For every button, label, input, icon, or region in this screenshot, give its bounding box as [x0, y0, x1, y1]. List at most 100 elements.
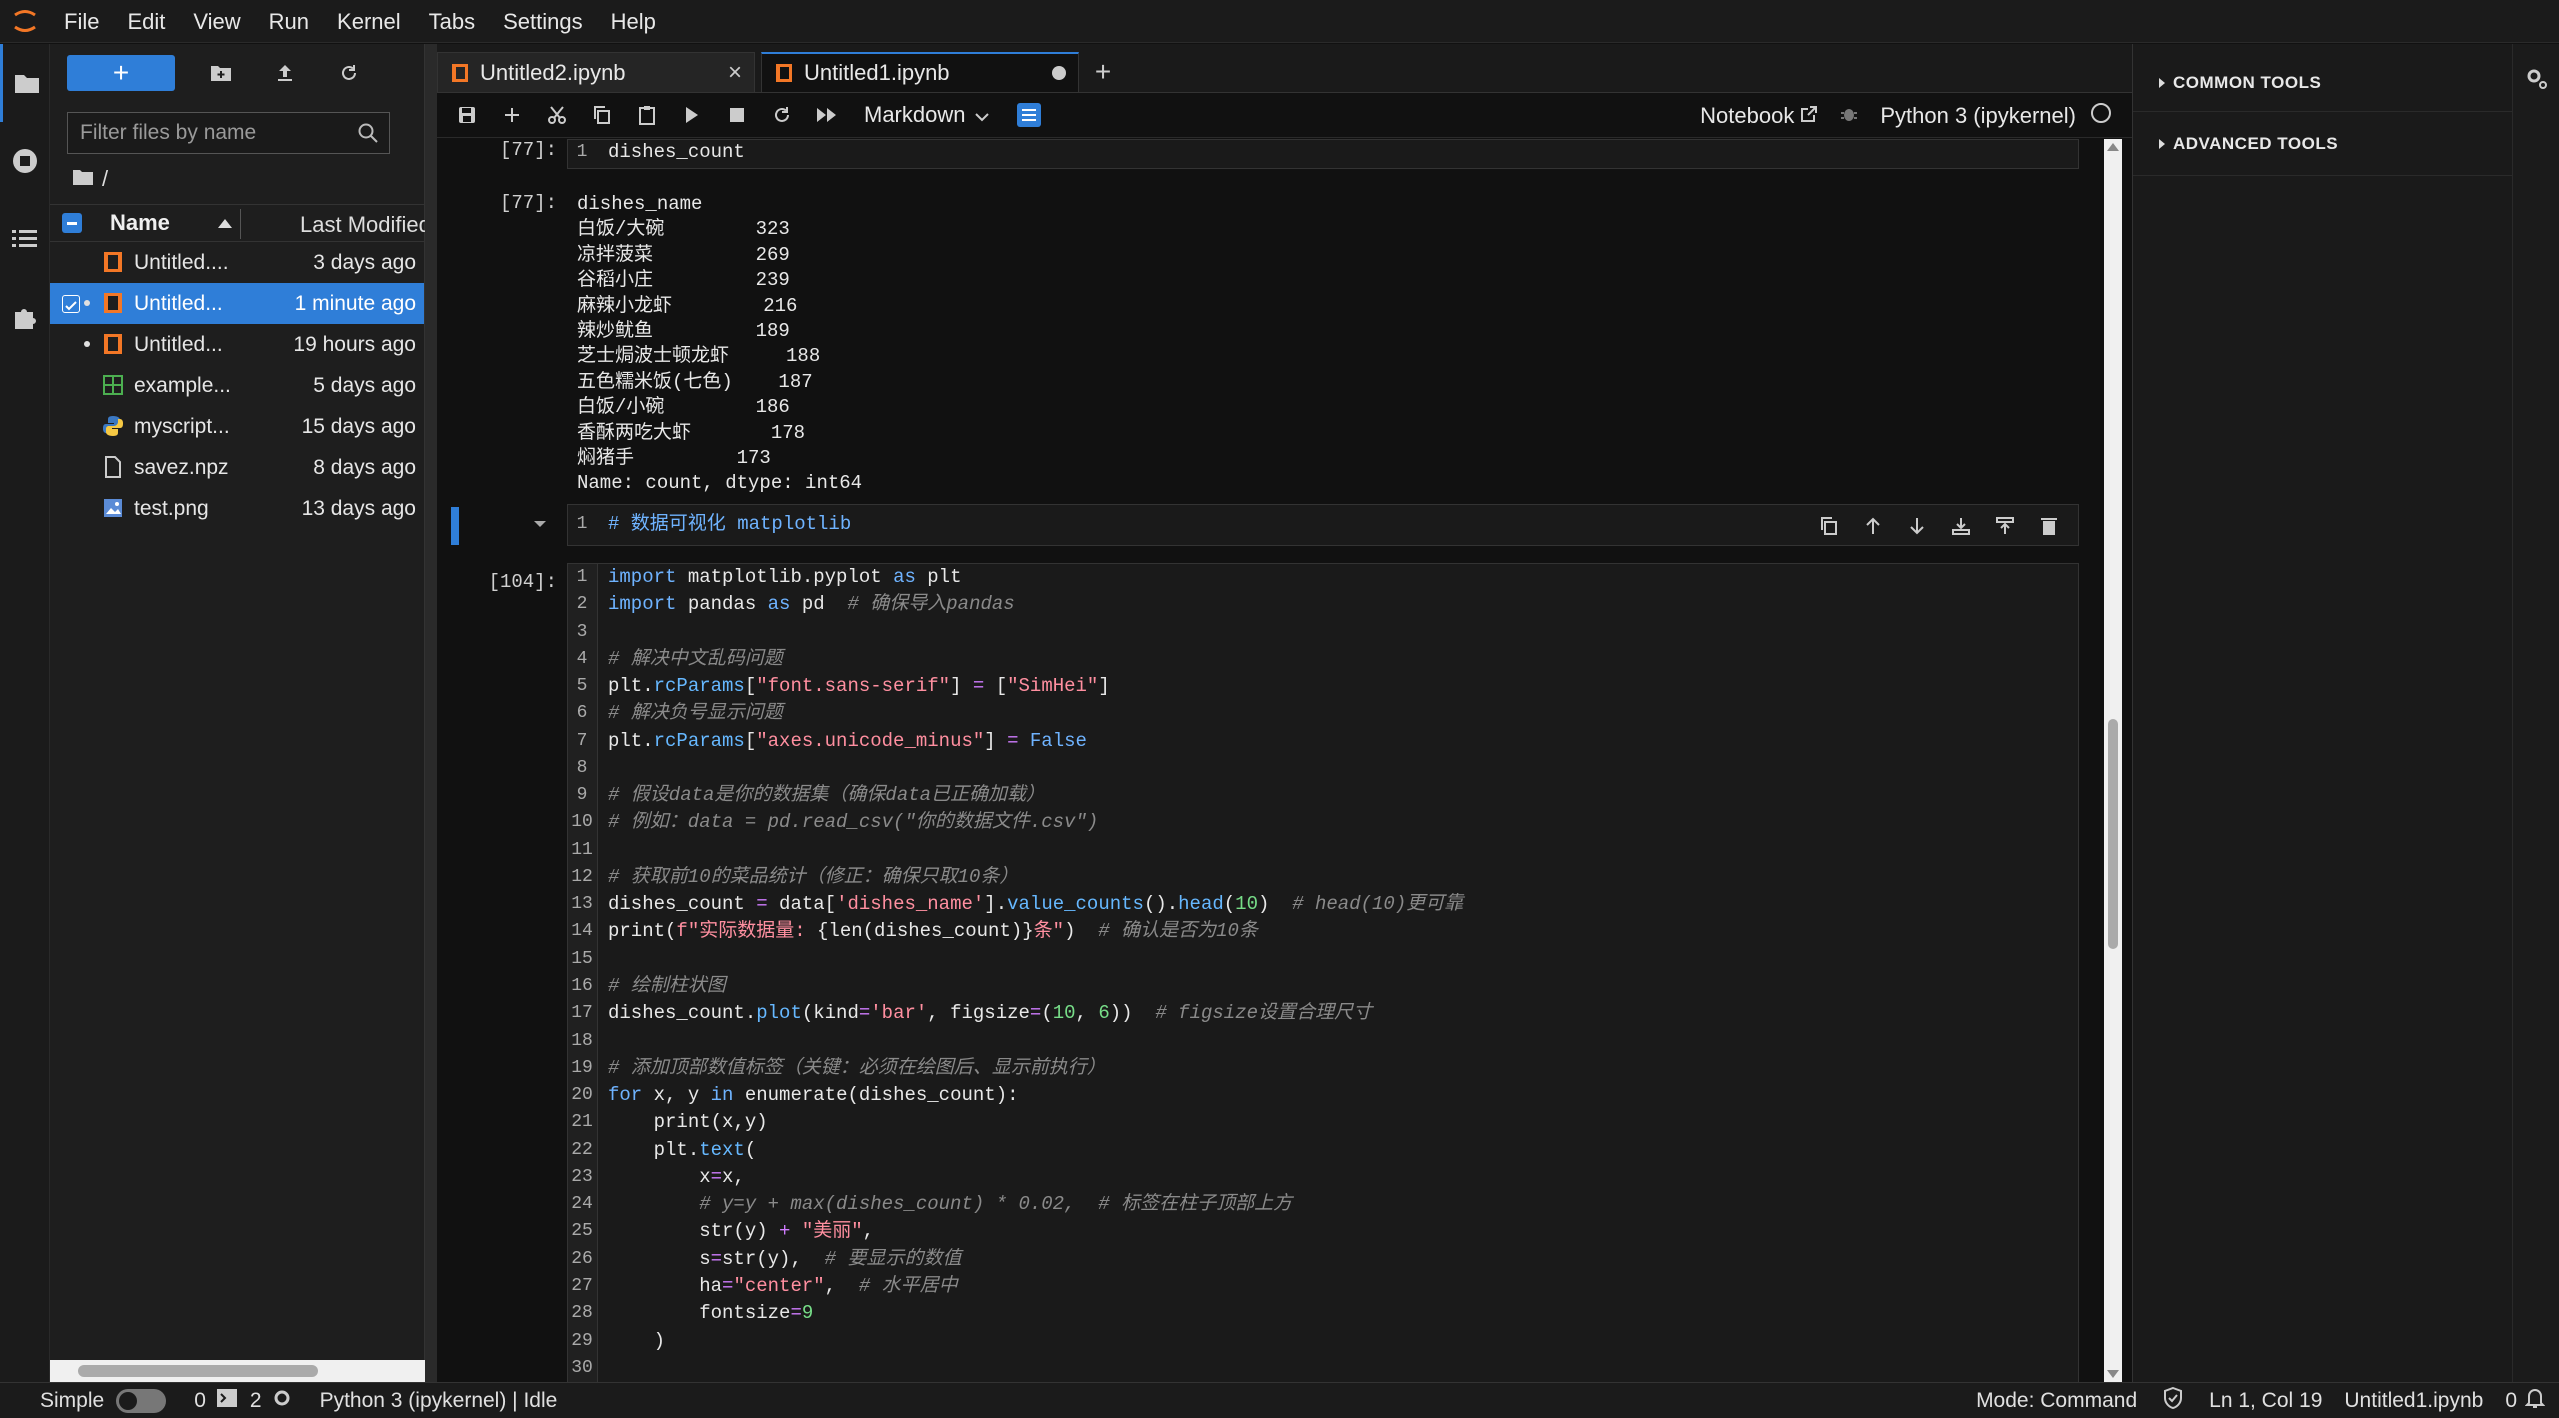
kernel-status[interactable]: Python 3 (ipykernel) | Idle: [320, 1389, 558, 1413]
trusted-shield-icon[interactable]: [2163, 1386, 2183, 1415]
code-cell-input[interactable]: 1 dishes_count: [567, 139, 2079, 169]
file-list-horizontal-scrollbar[interactable]: [50, 1360, 425, 1382]
filter-files-input-wrapper: [67, 112, 390, 154]
menu-kernel[interactable]: Kernel: [323, 0, 415, 43]
breadcrumb: /: [50, 154, 424, 204]
notebook-vertical-scrollbar[interactable]: [2104, 139, 2122, 1382]
scroll-down-arrow-icon[interactable]: [2107, 1370, 2119, 1378]
menu-settings[interactable]: Settings: [489, 0, 597, 43]
move-up-arrow-icon[interactable]: [1858, 511, 1888, 541]
code-line: 1 dishes_count: [568, 139, 2078, 166]
run-all-fast-forward-icon[interactable]: [812, 100, 842, 130]
code-line: 29 ): [568, 1328, 2048, 1355]
line-number: 19: [571, 1057, 593, 1078]
file-name: Untitled...: [134, 292, 223, 315]
code-cell-input[interactable]: 1 import matplotlib.pyplot as plt 2 import …: [567, 563, 2079, 1382]
mode-status[interactable]: Mode: Command: [1976, 1389, 2137, 1413]
current-filename[interactable]: Untitled1.ipynb: [2344, 1389, 2483, 1413]
notification-count[interactable]: 0: [2505, 1389, 2517, 1413]
run-play-icon[interactable]: [677, 100, 707, 130]
cell-type-dropdown[interactable]: Markdown: [864, 102, 990, 128]
file-list-item[interactable]: test.png 13 days ago: [50, 488, 424, 529]
breadcrumb-root[interactable]: /: [102, 166, 108, 192]
kernels-count[interactable]: 2: [250, 1388, 292, 1414]
scrollbar-thumb[interactable]: [78, 1365, 318, 1377]
select-all-checkbox[interactable]: [62, 213, 82, 233]
upload-icon[interactable]: [267, 55, 303, 91]
file-list-item[interactable]: Untitled... 19 hours ago: [50, 324, 424, 365]
unsaved-changes-dot-icon[interactable]: [1052, 66, 1066, 80]
file-list-item[interactable]: Untitled... 1 minute ago: [50, 283, 424, 324]
stop-icon[interactable]: [722, 100, 752, 130]
tab-untitled2[interactable]: Untitled2.ipynb ×: [437, 52, 755, 92]
code-line: 14 print(f"实际数据量: {len(dishes_count)}条") …: [568, 918, 2048, 945]
cursor-position[interactable]: Ln 1, Col 19: [2209, 1389, 2322, 1413]
code-text: # y=y + max(dishes_count) * 0.02, # 标签在柱…: [699, 1193, 1293, 1216]
new-tab-plus-icon[interactable]: +: [1085, 54, 1121, 90]
collapse-chevron-icon[interactable]: [532, 517, 548, 535]
extension-manager-puzzle-icon[interactable]: [0, 278, 50, 356]
scrollbar-thumb[interactable]: [2108, 719, 2118, 949]
code-line: 19 # 添加顶部数值标签（关键：必须在绘图后、显示前执行）: [568, 1055, 2048, 1082]
column-divider[interactable]: [240, 209, 241, 239]
insert-below-icon[interactable]: [1990, 511, 2020, 541]
menu-run[interactable]: Run: [255, 0, 323, 43]
table-of-contents-icon[interactable]: [0, 200, 50, 278]
table-of-contents-toggle-icon[interactable]: [1017, 103, 1042, 127]
notebook-scroll-area[interactable]: [77]: 1 dishes_count [77]: dishes_name 白饭…: [437, 139, 2132, 1382]
home-folder-icon[interactable]: [72, 166, 94, 192]
simple-mode-toggle[interactable]: [116, 1388, 167, 1413]
panel-splitter[interactable]: [425, 44, 437, 1382]
running-sessions-icon[interactable]: [0, 122, 50, 200]
insert-above-icon[interactable]: [1946, 511, 1976, 541]
save-icon[interactable]: [452, 100, 482, 130]
file-list-item[interactable]: example... 5 days ago: [50, 365, 424, 406]
cell-type-value: Markdown: [864, 102, 966, 127]
menu-view[interactable]: View: [179, 0, 254, 43]
file-list-item[interactable]: Untitled.... 3 days ago: [50, 242, 424, 283]
file-file-icon: [102, 456, 124, 478]
tab-untitled1[interactable]: Untitled1.ipynb: [761, 52, 1079, 92]
refresh-icon[interactable]: [331, 55, 367, 91]
cut-icon[interactable]: [542, 100, 572, 130]
advanced-tools-section[interactable]: ADVANCED TOOLS: [2133, 112, 2512, 176]
property-inspector-gears-icon[interactable]: [2513, 44, 2559, 114]
move-down-arrow-icon[interactable]: [1902, 511, 1932, 541]
bell-icon[interactable]: [2524, 1387, 2546, 1415]
menu-tabs[interactable]: Tabs: [415, 0, 489, 43]
delete-trash-icon[interactable]: [2034, 511, 2064, 541]
duplicate-cell-icon[interactable]: [1814, 511, 1844, 541]
filter-files-input[interactable]: [80, 121, 350, 145]
code-text: for x, y in enumerate(dishes_count):: [608, 1084, 1019, 1107]
code-line: 24 # y=y + max(dishes_count) * 0.02, # 标…: [568, 1191, 2048, 1218]
open-in-notebook-button[interactable]: Notebook: [1700, 103, 1818, 129]
line-number: 18: [571, 1030, 593, 1051]
common-tools-section[interactable]: COMMON TOOLS: [2133, 54, 2512, 112]
file-browser-folder-icon[interactable]: [0, 44, 50, 122]
insert-cell-plus-icon[interactable]: [497, 100, 527, 130]
column-name-header[interactable]: Name: [110, 210, 200, 236]
menu-edit[interactable]: Edit: [113, 0, 179, 43]
file-modified: 19 hours ago: [293, 333, 416, 356]
file-list-item[interactable]: myscript... 15 days ago: [50, 406, 424, 447]
code-line: 27 ha="center", # 水平居中: [568, 1273, 2048, 1300]
notebook-label: Notebook: [1700, 102, 1795, 128]
file-list-item[interactable]: savez.npz 8 days ago: [50, 447, 424, 488]
new-launcher-button[interactable]: +: [67, 55, 175, 91]
row-checkbox[interactable]: [62, 295, 80, 313]
restart-kernel-icon[interactable]: [767, 100, 797, 130]
copy-icon[interactable]: [587, 100, 617, 130]
paste-icon[interactable]: [632, 100, 662, 130]
simple-mode-label: Simple: [40, 1388, 105, 1412]
new-folder-icon[interactable]: [203, 55, 239, 91]
debugger-bug-icon[interactable]: [1840, 103, 1858, 129]
kernel-name-button[interactable]: Python 3 (ipykernel): [1880, 103, 2076, 129]
markdown-cell[interactable]: 1 # 数据可视化 matplotlib: [567, 504, 2079, 546]
close-icon[interactable]: ×: [728, 59, 742, 87]
menu-help[interactable]: Help: [597, 0, 670, 43]
menu-file[interactable]: File: [50, 0, 113, 43]
scroll-up-arrow-icon[interactable]: [2107, 143, 2119, 151]
terminals-count[interactable]: 0: [194, 1388, 238, 1414]
column-modified-header[interactable]: Last Modified: [300, 212, 431, 238]
code-text: fontsize=9: [608, 1302, 814, 1325]
